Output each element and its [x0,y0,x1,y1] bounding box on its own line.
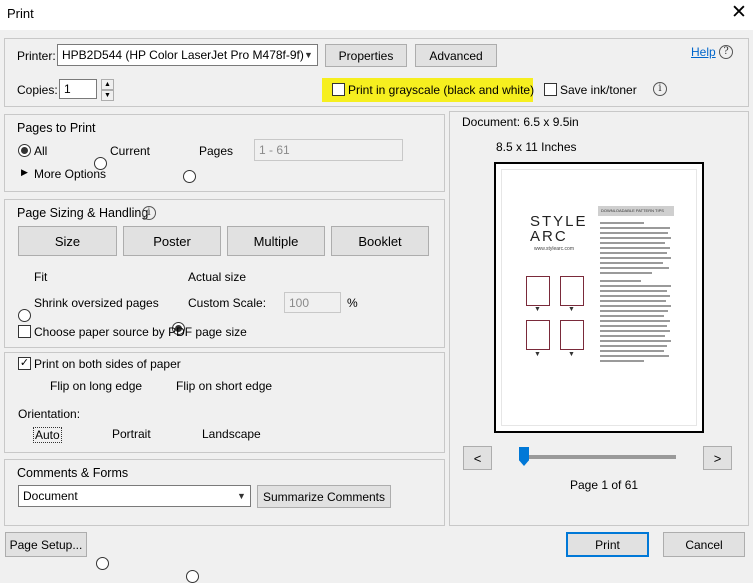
orientation-portrait-radio[interactable] [96,557,109,570]
percent-label: % [347,296,358,310]
chevron-down-icon: ▼ [304,50,313,60]
grayscale-checkbox[interactable] [332,83,345,96]
multiple-tab-button[interactable]: Multiple [227,226,325,256]
pages-range-radio[interactable] [183,170,196,183]
arrow-icon: ▼ [534,351,541,358]
long-edge-label[interactable]: Flip on long edge [50,379,142,393]
pattern-block-icon [526,276,550,306]
pattern-block-icon [526,320,550,350]
document-size-label: Document: 6.5 x 9.5in [462,115,579,129]
save-ink-checkbox[interactable] [544,83,557,96]
paper-source-checkbox[interactable] [18,325,31,338]
short-edge-label[interactable]: Flip on short edge [176,379,272,393]
page-slider-track[interactable] [520,455,676,459]
expand-triangle-icon[interactable]: ▶ [21,167,28,178]
fit-radio[interactable] [18,309,31,322]
pattern-block-icon [560,320,584,350]
orientation-landscape-label[interactable]: Landscape [202,427,261,441]
arrow-icon: ▼ [568,351,575,358]
sizing-info-icon[interactable]: i [142,206,156,220]
properties-button[interactable]: Properties [325,44,407,67]
orientation-label: Orientation: [18,407,81,421]
fit-label[interactable]: Fit [34,270,47,284]
info-icon[interactable]: i [653,82,667,96]
poster-tab-button[interactable]: Poster [123,226,221,256]
pages-range-label[interactable]: Pages [199,144,233,158]
close-icon[interactable]: ✕ [730,3,748,23]
grayscale-label[interactable]: Print in grayscale (black and white) [348,83,534,97]
custom-scale-value: 100 [289,295,310,310]
paper-source-label[interactable]: Choose paper source by PDF page size [34,325,247,339]
copies-up-arrow-icon[interactable]: ▲ [101,79,114,90]
help-link[interactable]: Help [691,45,716,59]
page-setup-button[interactable]: Page Setup... [5,532,87,557]
both-sides-checkbox[interactable]: ✓ [18,357,31,370]
actual-size-label[interactable]: Actual size [188,270,246,284]
orientation-auto-label[interactable]: Auto [33,427,62,443]
pages-to-print-title: Pages to Print [17,121,96,135]
shrink-label[interactable]: Shrink oversized pages [34,296,159,310]
next-page-button[interactable]: > [703,446,732,470]
custom-scale-label[interactable]: Custom Scale: [188,296,266,310]
size-tab-button[interactable]: Size [18,226,117,256]
preview-heading: DOWNLOADABLE PATTERN TIPS [601,208,664,213]
summarize-comments-button[interactable]: Summarize Comments [257,485,391,508]
chevron-down-icon: ▼ [237,491,246,501]
printer-select[interactable]: HPB2D544 (HP Color LaserJet Pro M478f-9f… [57,44,318,66]
pages-current-label[interactable]: Current [110,144,150,158]
both-sides-label[interactable]: Print on both sides of paper [34,357,181,371]
preview-sheet: STYLE ARC www.stylearc.com DOWNLOADABLE … [502,170,696,425]
help-icon[interactable]: ? [719,45,733,59]
brand-url: www.stylearc.com [534,246,575,252]
cancel-button[interactable]: Cancel [663,532,745,557]
printer-select-value: HPB2D544 (HP Color LaserJet Pro M478f-9f… [62,48,304,62]
booklet-tab-button[interactable]: Booklet [331,226,429,256]
copies-down-arrow-icon[interactable]: ▼ [101,90,114,101]
pattern-block-icon [560,276,584,306]
pages-range-input[interactable]: 1 - 61 [254,139,403,161]
pages-all-radio[interactable] [18,144,31,157]
comments-select-value: Document [23,489,78,503]
title-bar [0,0,753,30]
custom-scale-input[interactable]: 100 [284,292,341,313]
paper-size-label: 8.5 x 11 Inches [496,140,577,154]
copies-label: Copies: [17,83,58,97]
previous-page-button[interactable]: < [463,446,492,470]
brand-line-2: ARC [530,228,568,245]
advanced-button[interactable]: Advanced [415,44,497,67]
page-preview: STYLE ARC www.stylearc.com DOWNLOADABLE … [494,162,704,433]
more-options-link[interactable]: More Options [34,167,106,181]
pages-range-value: 1 - 61 [259,143,290,157]
page-status: Page 1 of 61 [570,478,639,492]
copies-value: 1 [64,82,71,96]
arrow-icon: ▼ [534,306,541,313]
save-ink-label[interactable]: Save ink/toner [560,83,637,97]
print-button[interactable]: Print [566,532,649,557]
comments-title: Comments & Forms [17,466,129,480]
page-sizing-title: Page Sizing & Handling [17,206,149,220]
comments-select[interactable]: Document ▼ [18,485,251,507]
copies-input[interactable]: 1 [59,79,97,99]
printer-label: Printer: [17,49,56,63]
pages-all-label[interactable]: All [34,144,47,158]
arrow-icon: ▼ [568,306,575,313]
window-title: Print [7,6,34,21]
preview-text-block [600,222,674,365]
orientation-portrait-label[interactable]: Portrait [112,427,151,441]
